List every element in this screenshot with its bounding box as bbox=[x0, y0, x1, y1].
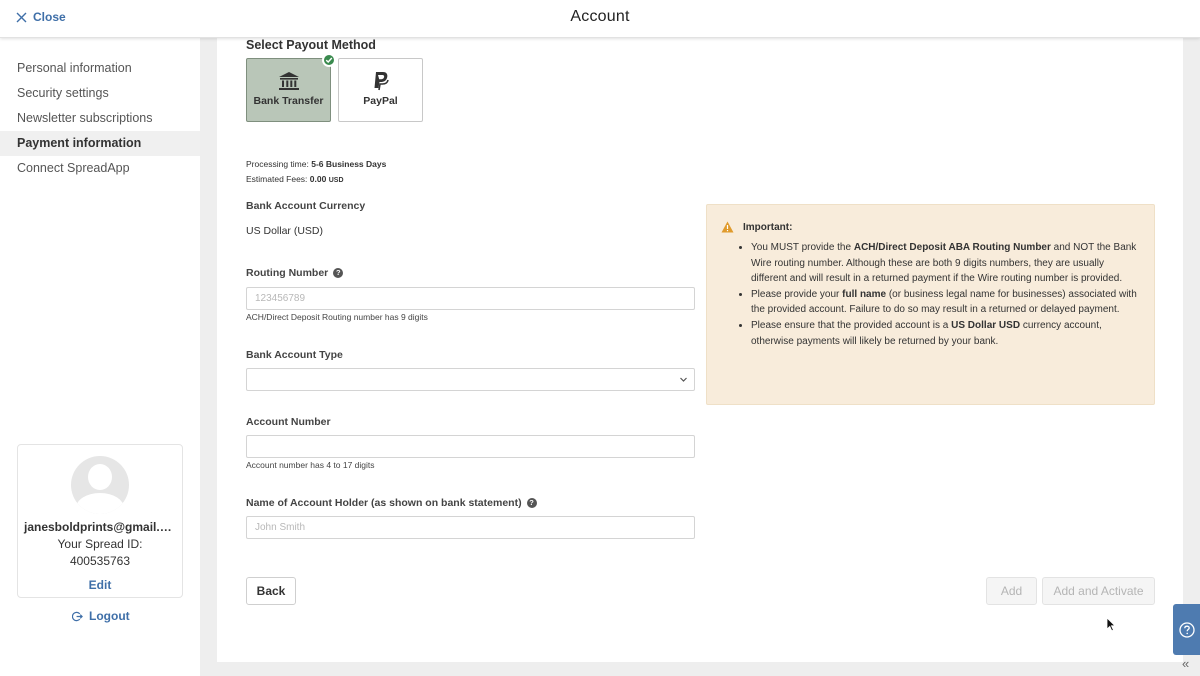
warning-icon bbox=[721, 221, 734, 233]
profile-card: janesboldprints@gmail.c... Your Spread I… bbox=[17, 444, 183, 598]
method-label: PayPal bbox=[363, 95, 398, 107]
spread-id-value: 400535763 bbox=[69, 554, 131, 568]
currency-value: US Dollar (USD) bbox=[246, 225, 324, 237]
mouse-cursor-icon bbox=[1106, 617, 1116, 632]
method-label: Bank Transfer bbox=[253, 95, 324, 107]
spread-id-label: Your Spread ID: bbox=[57, 537, 143, 551]
processing-time-label: Processing time: bbox=[246, 159, 309, 169]
estimated-fees-label: Estimated Fees: bbox=[246, 174, 308, 184]
edit-profile-link[interactable]: Edit bbox=[18, 578, 182, 592]
currency-label: Bank Account Currency bbox=[246, 200, 366, 212]
chevron-down-icon bbox=[680, 377, 687, 382]
sidebar-item-security-settings[interactable]: Security settings bbox=[0, 81, 200, 106]
page-title: Account bbox=[570, 8, 630, 25]
account-number-hint: Account number has 4 to 17 digits bbox=[246, 460, 375, 470]
avatar bbox=[71, 456, 129, 514]
important-heading: Important: bbox=[721, 221, 792, 233]
important-list: You MUST provide the ACH/Direct Deposit … bbox=[751, 240, 1141, 349]
sidebar-item-payment-information[interactable]: Payment information bbox=[0, 131, 200, 156]
back-button[interactable]: Back bbox=[246, 577, 296, 605]
profile-email: janesboldprints@gmail.c... bbox=[24, 520, 177, 534]
logout-button[interactable]: Logout bbox=[72, 609, 130, 623]
main-panel: Select Payout Method Bank Transfer PayPa… bbox=[217, 38, 1183, 662]
add-button[interactable]: Add bbox=[986, 577, 1037, 605]
method-paypal[interactable]: PayPal bbox=[338, 58, 423, 122]
logout-label: Logout bbox=[89, 609, 130, 623]
selected-check-icon bbox=[322, 53, 336, 67]
list-item: Please provide your full name (or busine… bbox=[751, 287, 1141, 318]
account-type-label: Bank Account Type bbox=[246, 349, 343, 361]
list-item: Please ensure that the provided account … bbox=[751, 318, 1141, 349]
routing-number-hint: ACH/Direct Deposit Routing number has 9 … bbox=[246, 312, 428, 322]
sidebar-item-personal-information[interactable]: Personal information bbox=[0, 56, 200, 81]
paypal-icon bbox=[374, 72, 389, 91]
important-heading-text: Important: bbox=[743, 221, 793, 233]
account-number-input[interactable] bbox=[246, 435, 695, 458]
account-type-select[interactable] bbox=[246, 368, 695, 391]
routing-number-input[interactable] bbox=[246, 287, 695, 310]
logout-icon bbox=[72, 611, 83, 621]
payout-method-title: Select Payout Method bbox=[246, 38, 376, 52]
routing-number-label: Routing Number ? bbox=[246, 267, 344, 279]
collapse-icon[interactable]: « bbox=[1182, 656, 1189, 671]
help-icon[interactable]: ? bbox=[526, 498, 537, 508]
question-circle-icon bbox=[1178, 621, 1195, 638]
sidebar-item-connect-spreadapp[interactable]: Connect SpreadApp bbox=[0, 156, 200, 181]
estimated-fees-value: 0.00 bbox=[309, 174, 327, 184]
sidebar-nav: Personal information Security settings N… bbox=[0, 56, 200, 181]
estimated-fees: Estimated Fees: 0.00 USD bbox=[246, 174, 344, 184]
important-notice: Important: You MUST provide the ACH/Dire… bbox=[706, 204, 1155, 405]
processing-time: Processing time: 5-6 Business Days bbox=[246, 159, 386, 169]
bank-icon bbox=[278, 72, 299, 90]
routing-number-label-text: Routing Number bbox=[246, 267, 329, 279]
processing-time-value: 5-6 Business Days bbox=[311, 159, 387, 169]
help-button[interactable] bbox=[1173, 604, 1200, 655]
account-holder-label-text: Name of Account Holder (as shown on bank… bbox=[246, 497, 522, 509]
estimated-fees-currency: USD bbox=[328, 177, 344, 184]
top-bar: Close Account bbox=[0, 0, 1200, 38]
list-item: You MUST provide the ACH/Direct Deposit … bbox=[751, 240, 1141, 287]
sidebar-item-newsletter-subscriptions[interactable]: Newsletter subscriptions bbox=[0, 106, 200, 131]
add-and-activate-button[interactable]: Add and Activate bbox=[1042, 577, 1155, 605]
account-holder-label: Name of Account Holder (as shown on bank… bbox=[246, 497, 537, 509]
method-bank-transfer[interactable]: Bank Transfer bbox=[246, 53, 336, 122]
help-icon[interactable]: ? bbox=[333, 268, 344, 278]
account-number-label: Account Number bbox=[246, 416, 331, 428]
account-holder-input[interactable] bbox=[246, 516, 695, 539]
